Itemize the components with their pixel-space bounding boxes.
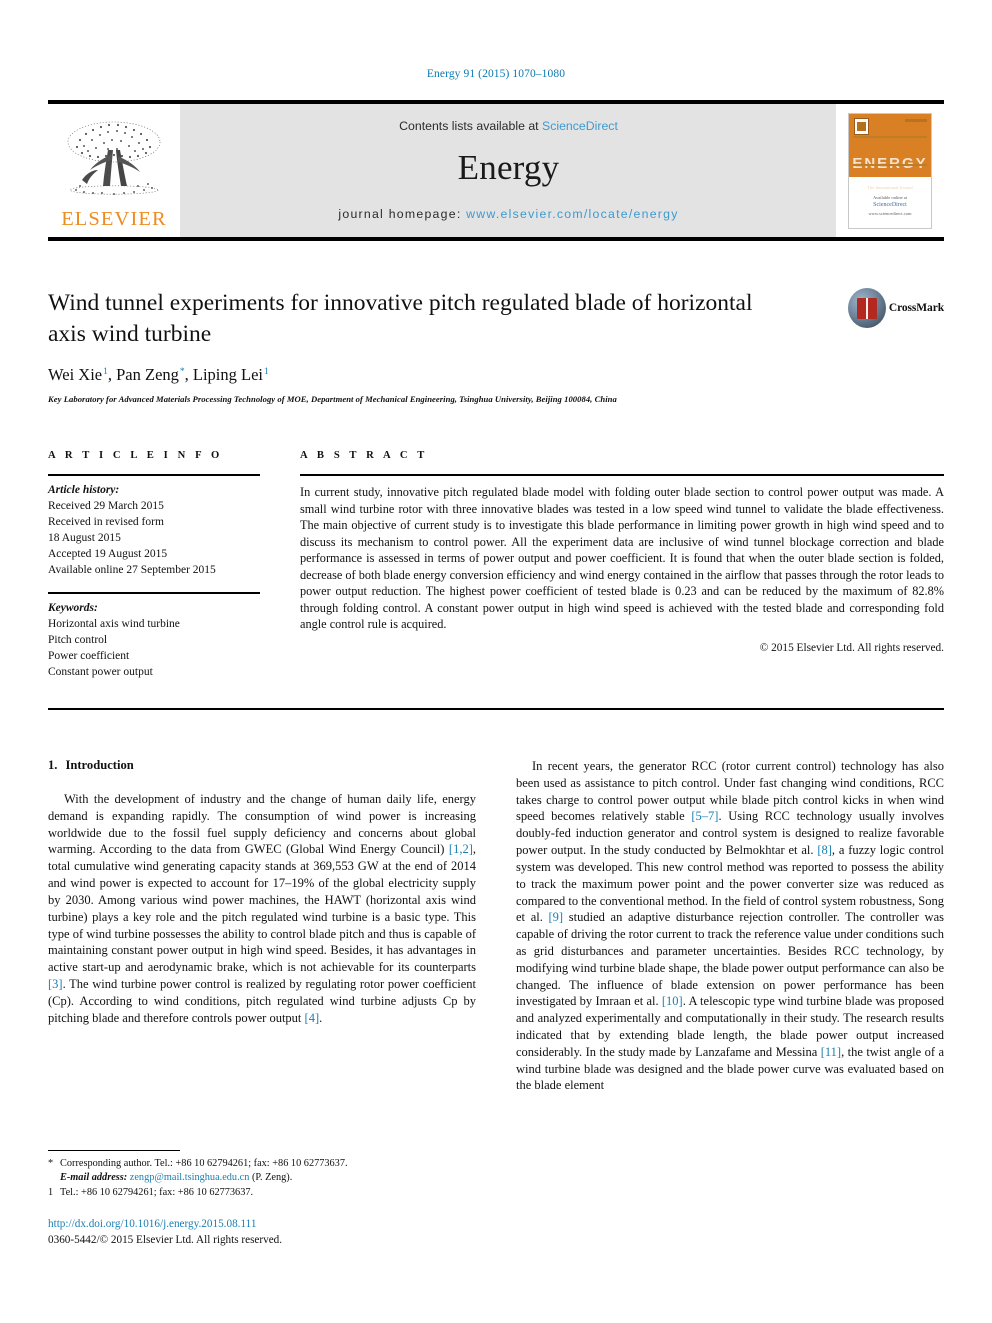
- footnote-corresponding-text: Corresponding author. Tel.: +86 10 62794…: [60, 1158, 348, 1169]
- journal-cover-block: ENERGY The International Journal Availab…: [836, 104, 944, 237]
- citation-ref-4[interactable]: [4]: [305, 1011, 320, 1025]
- citation-ref-1-2[interactable]: [1,2]: [449, 842, 473, 856]
- keyword-item: Horizontal axis wind turbine: [48, 617, 180, 630]
- cover-footer: Available online at ScienceDirect www.sc…: [849, 194, 931, 218]
- body-column-right: In recent years, the generator RCC (roto…: [516, 758, 944, 1094]
- section-number: 1.: [48, 758, 58, 772]
- email-label: E-mail address:: [60, 1172, 128, 1184]
- contents-prefix: Contents lists available at: [399, 119, 542, 133]
- crossmark-badge-group[interactable]: CrossMark: [848, 288, 944, 328]
- elsevier-tree-icon: [67, 121, 161, 195]
- author-name-1[interactable]: Wei Xie: [48, 365, 102, 384]
- issn-copyright-line: 0360-5442/© 2015 Elsevier Ltd. All right…: [48, 1234, 283, 1247]
- citation-ref-9[interactable]: [9]: [549, 910, 564, 924]
- cover-subtitle: The International Journal: [867, 185, 913, 191]
- abstract-heading: A B S T R A C T: [300, 450, 428, 461]
- keyword-item: Power coefficient: [48, 649, 130, 662]
- citation-ref-3[interactable]: [3]: [48, 977, 63, 991]
- intro-text-a: With the development of industry and the…: [48, 792, 476, 857]
- footnote-mark-1: 1: [48, 1186, 54, 1198]
- abstract-rule: [300, 474, 944, 476]
- email-suffix: (P. Zeng).: [251, 1172, 293, 1184]
- article-history-item: 18 August 2015: [48, 532, 121, 545]
- elsevier-logo: ELSEVIER: [48, 104, 180, 237]
- citation-ref-8[interactable]: [8]: [817, 843, 832, 857]
- footnote-rule: [48, 1150, 180, 1151]
- homepage-prefix: journal homepage:: [338, 207, 467, 221]
- author-list: Wei Xie1, Pan Zeng*, Liping Lei1: [48, 365, 269, 385]
- keywords-label: Keywords:: [48, 601, 98, 614]
- body-separator-rule: [48, 708, 944, 710]
- author-mark-3: 1: [264, 366, 269, 377]
- citation-ref-5-7[interactable]: [5–7]: [691, 809, 718, 823]
- author-name-2[interactable]: Pan Zeng: [116, 365, 179, 384]
- footnote-tel-text: Tel.: +86 10 62794261; fax: +86 10 62773…: [60, 1186, 254, 1198]
- author-name-3[interactable]: Liping Lei: [193, 365, 263, 384]
- abstract-copyright: © 2015 Elsevier Ltd. All rights reserved…: [759, 641, 944, 654]
- footnote-email-line: E-mail address: zengp@mail.tsinghua.edu.…: [48, 1171, 476, 1185]
- section-title: Introduction: [65, 758, 134, 772]
- article-history-block: Article history: Received 29 March 2015 …: [48, 482, 260, 579]
- journal-title: Energy: [457, 148, 560, 187]
- cover-footer-line3: www.sciencedirect.com: [868, 211, 912, 217]
- cover-divider-mid: [853, 163, 927, 166]
- citation-ref-10[interactable]: [10]: [662, 994, 683, 1008]
- journal-homepage-line: journal homepage: www.elsevier.com/locat…: [338, 207, 678, 221]
- article-info-column: A R T I C L E I N F O Article history: R…: [48, 450, 260, 680]
- body-column-left: 1. Introduction With the development of i…: [48, 758, 476, 1094]
- keywords-rule: [48, 591, 260, 594]
- intro-paragraph-right: In recent years, the generator RCC (roto…: [516, 758, 944, 1094]
- author-mark-1: 1: [103, 366, 108, 377]
- title-area: Wind tunnel experiments for innovative p…: [48, 288, 944, 404]
- article-history-label: Article history:: [48, 484, 120, 496]
- sciencedirect-link[interactable]: ScienceDirect: [542, 119, 618, 133]
- intro-text-b: , total cumulative wind generating capac…: [48, 842, 476, 975]
- section-heading-introduction: 1. Introduction: [48, 758, 476, 773]
- column-gutter: [260, 450, 300, 680]
- footnote-tel-line: 1 Tel.: +86 10 62794261; fax: +86 10 6277…: [48, 1186, 476, 1200]
- keyword-item: Constant power output: [48, 665, 153, 678]
- article-info-rule: [48, 474, 260, 476]
- article-page: Energy 91 (2015) 1070–1080 ELSEVIER Cont…: [0, 0, 992, 1323]
- crossmark-label: CrossMark: [888, 302, 944, 314]
- footnote-corresponding-author: * Corresponding author. Tel.: +86 10 6279…: [48, 1157, 476, 1171]
- article-history-item: Received in revised form: [48, 516, 164, 529]
- cover-issn-bar: [905, 118, 927, 122]
- footnote-mark-asterisk: *: [48, 1158, 54, 1169]
- article-history-item: Available online 27 September 2015: [48, 564, 216, 577]
- page-title: Wind tunnel experiments for innovative p…: [48, 290, 753, 347]
- cover-publisher-icon: [854, 117, 869, 135]
- abstract-column: A B S T R A C T In current study, innova…: [300, 450, 944, 680]
- journal-cover-thumbnail[interactable]: ENERGY The International Journal Availab…: [848, 112, 932, 229]
- cover-divider-top: [853, 135, 927, 138]
- intro-paragraph-left: With the development of industry and the…: [48, 791, 476, 1026]
- affiliation: Key Laboratory for Advanced Materials Pr…: [48, 394, 617, 405]
- keyword-item: Pitch control: [48, 633, 108, 646]
- footer-identifiers: http://dx.doi.org/10.1016/j.energy.2015.…: [48, 1216, 476, 1248]
- running-head: Energy 91 (2015) 1070–1080: [426, 68, 566, 80]
- cover-footer-line2: ScienceDirect: [873, 201, 907, 208]
- email-link[interactable]: zengp@mail.tsinghua.edu.cn: [130, 1172, 250, 1183]
- cover-footer-line1: Available online at: [873, 194, 907, 200]
- article-history-item: Accepted 19 August 2015: [48, 548, 168, 561]
- author-mark-2: *: [179, 366, 185, 377]
- body-columns: 1. Introduction With the development of i…: [48, 758, 944, 1094]
- journal-band: Contents lists available at ScienceDirec…: [180, 104, 836, 237]
- elsevier-wordmark: ELSEVIER: [61, 207, 167, 230]
- article-history-item: Received 29 March 2015: [48, 500, 164, 513]
- contents-available-line: Contents lists available at ScienceDirec…: [399, 119, 618, 133]
- doi-link[interactable]: http://dx.doi.org/10.1016/j.energy.2015.…: [48, 1216, 476, 1232]
- abstract-text: In current study, innovative pitch regul…: [300, 485, 945, 632]
- footnotes-block: * Corresponding author. Tel.: +86 10 6279…: [48, 1150, 476, 1200]
- keywords-block: Keywords: Horizontal axis wind turbine P…: [48, 600, 260, 680]
- citation-ref-11[interactable]: [11]: [821, 1045, 841, 1059]
- intro-text-d: .: [319, 1010, 323, 1025]
- journal-homepage-link[interactable]: www.elsevier.com/locate/energy: [466, 207, 678, 221]
- intro-text-c: . The wind turbine power control is real…: [48, 976, 476, 1025]
- journal-masthead: ELSEVIER Contents lists available at Sci…: [48, 100, 944, 241]
- article-info-heading: A R T I C L E I N F O: [48, 450, 223, 461]
- crossmark-icon: [848, 288, 886, 328]
- body-column-gutter: [476, 758, 516, 1094]
- info-abstract-region: A R T I C L E I N F O Article history: R…: [48, 450, 944, 680]
